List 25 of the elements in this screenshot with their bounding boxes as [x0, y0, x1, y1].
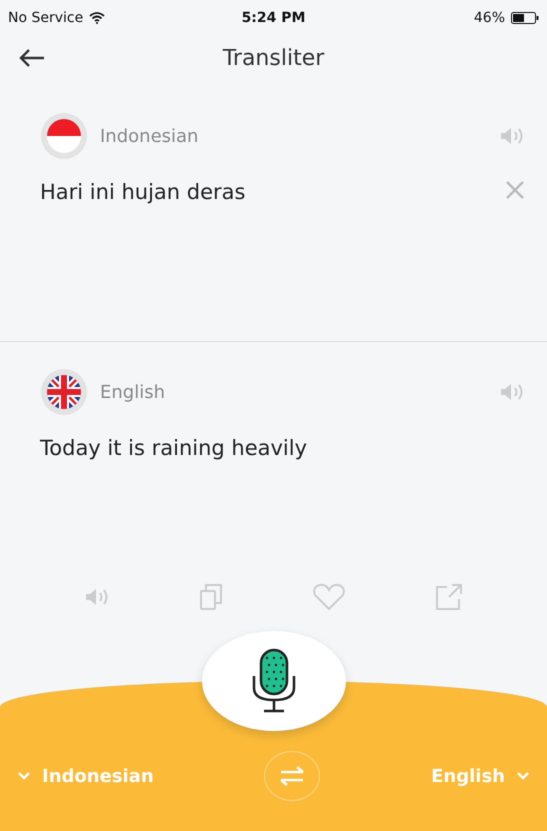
wifi-icon [89, 12, 106, 24]
speaker-icon[interactable] [499, 382, 525, 402]
heart-icon[interactable] [312, 583, 346, 611]
speaker-icon[interactable] [84, 587, 110, 607]
source-text[interactable]: Hari ini hujan deras [40, 180, 505, 204]
share-icon[interactable] [434, 583, 463, 611]
translated-text: Today it is raining heavily [40, 436, 308, 460]
target-language-selector[interactable]: English [431, 766, 529, 786]
source-language-selector[interactable]: Indonesian [18, 766, 154, 786]
battery-text: 46% [474, 10, 506, 26]
close-icon[interactable] [505, 180, 525, 200]
carrier-text: No Service [8, 10, 84, 26]
copy-icon[interactable] [199, 583, 224, 611]
arrow-left-icon [18, 48, 46, 68]
language-label: Indonesian [100, 126, 200, 146]
chevron-down-icon [516, 772, 529, 780]
flag-icon [40, 368, 88, 416]
chevron-down-icon [18, 772, 30, 780]
battery-icon [511, 12, 540, 24]
language-label: English [100, 382, 166, 402]
time-text: 5:24 PM [242, 10, 306, 26]
swap-button[interactable] [264, 751, 320, 801]
screen-title: Transliter [222, 46, 326, 70]
speaker-icon[interactable] [499, 126, 525, 146]
flag-icon [40, 112, 88, 160]
